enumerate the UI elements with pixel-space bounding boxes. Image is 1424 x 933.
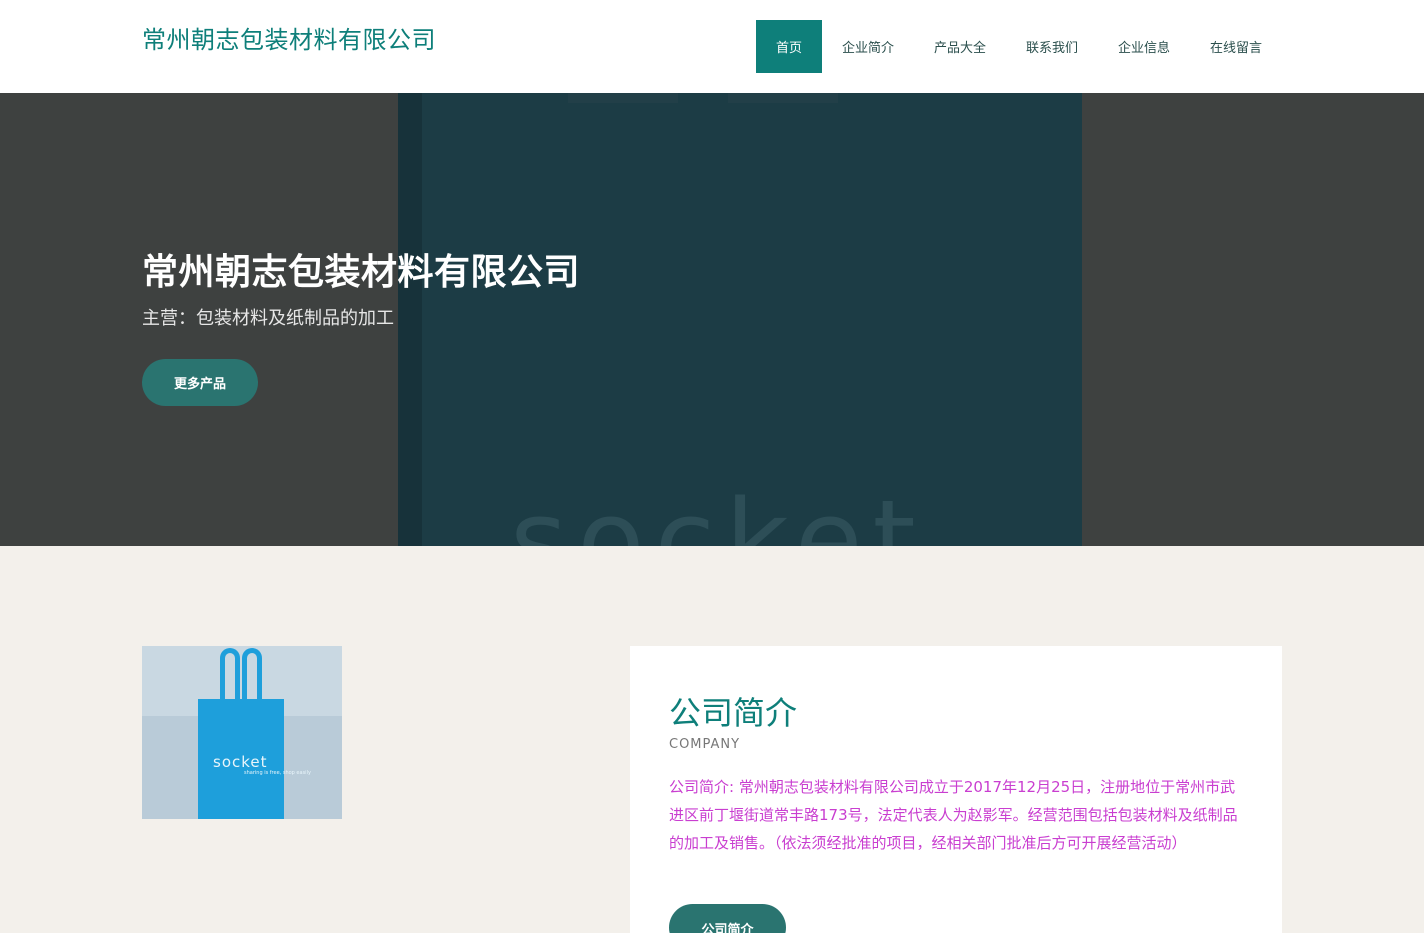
hero-bag-shadow [398,93,422,546]
hero-bag-handle [728,93,838,103]
about-subtitle: COMPANY [669,737,741,752]
nav-item-message[interactable]: 在线留言 [1190,20,1282,73]
hero-bag-handle [568,93,678,103]
nav-item-company-intro[interactable]: 企业简介 [822,20,914,73]
company-intro-button[interactable]: 公司简介 [669,904,786,933]
product-image[interactable]: socket sharing is free, shop easily [142,646,342,819]
main-nav: 首页 企业简介 产品大全 联系我们 企业信息 在线留言 [756,20,1282,73]
bag-print-small-text: sharing is free, shop easily [244,770,311,776]
more-products-button[interactable]: 更多产品 [142,359,258,406]
nav-item-products[interactable]: 产品大全 [914,20,1006,73]
about-title: 公司简介 [669,694,798,732]
company-intro-card: 公司简介 COMPANY 公司简介: 常州朝志包装材料有限公司成立于2017年1… [630,646,1282,933]
bag-handle [220,648,240,706]
about-description: 公司简介: 常州朝志包装材料有限公司成立于2017年12月25日，注册地位于常州… [669,778,1238,852]
bag-print-text: socket [213,753,268,771]
nav-item-contact[interactable]: 联系我们 [1006,20,1098,73]
hero-title: 常州朝志包装材料有限公司 [142,252,581,293]
site-header: 常州朝志包装材料有限公司 首页 企业简介 产品大全 联系我们 企业信息 在线留言 [0,0,1424,93]
hero-image-text: socket [510,476,926,546]
nav-item-home[interactable]: 首页 [756,20,822,73]
hero-banner: socket 常州朝志包装材料有限公司 主营：包装材料及纸制品的加工 更多产品 [0,93,1424,546]
hero-background-image: socket [398,93,1082,546]
nav-item-company-info[interactable]: 企业信息 [1098,20,1190,73]
site-logo[interactable]: 常州朝志包装材料有限公司 [142,20,436,55]
bag-handle [242,648,262,706]
hero-subtitle: 主营：包装材料及纸制品的加工 [142,308,394,329]
